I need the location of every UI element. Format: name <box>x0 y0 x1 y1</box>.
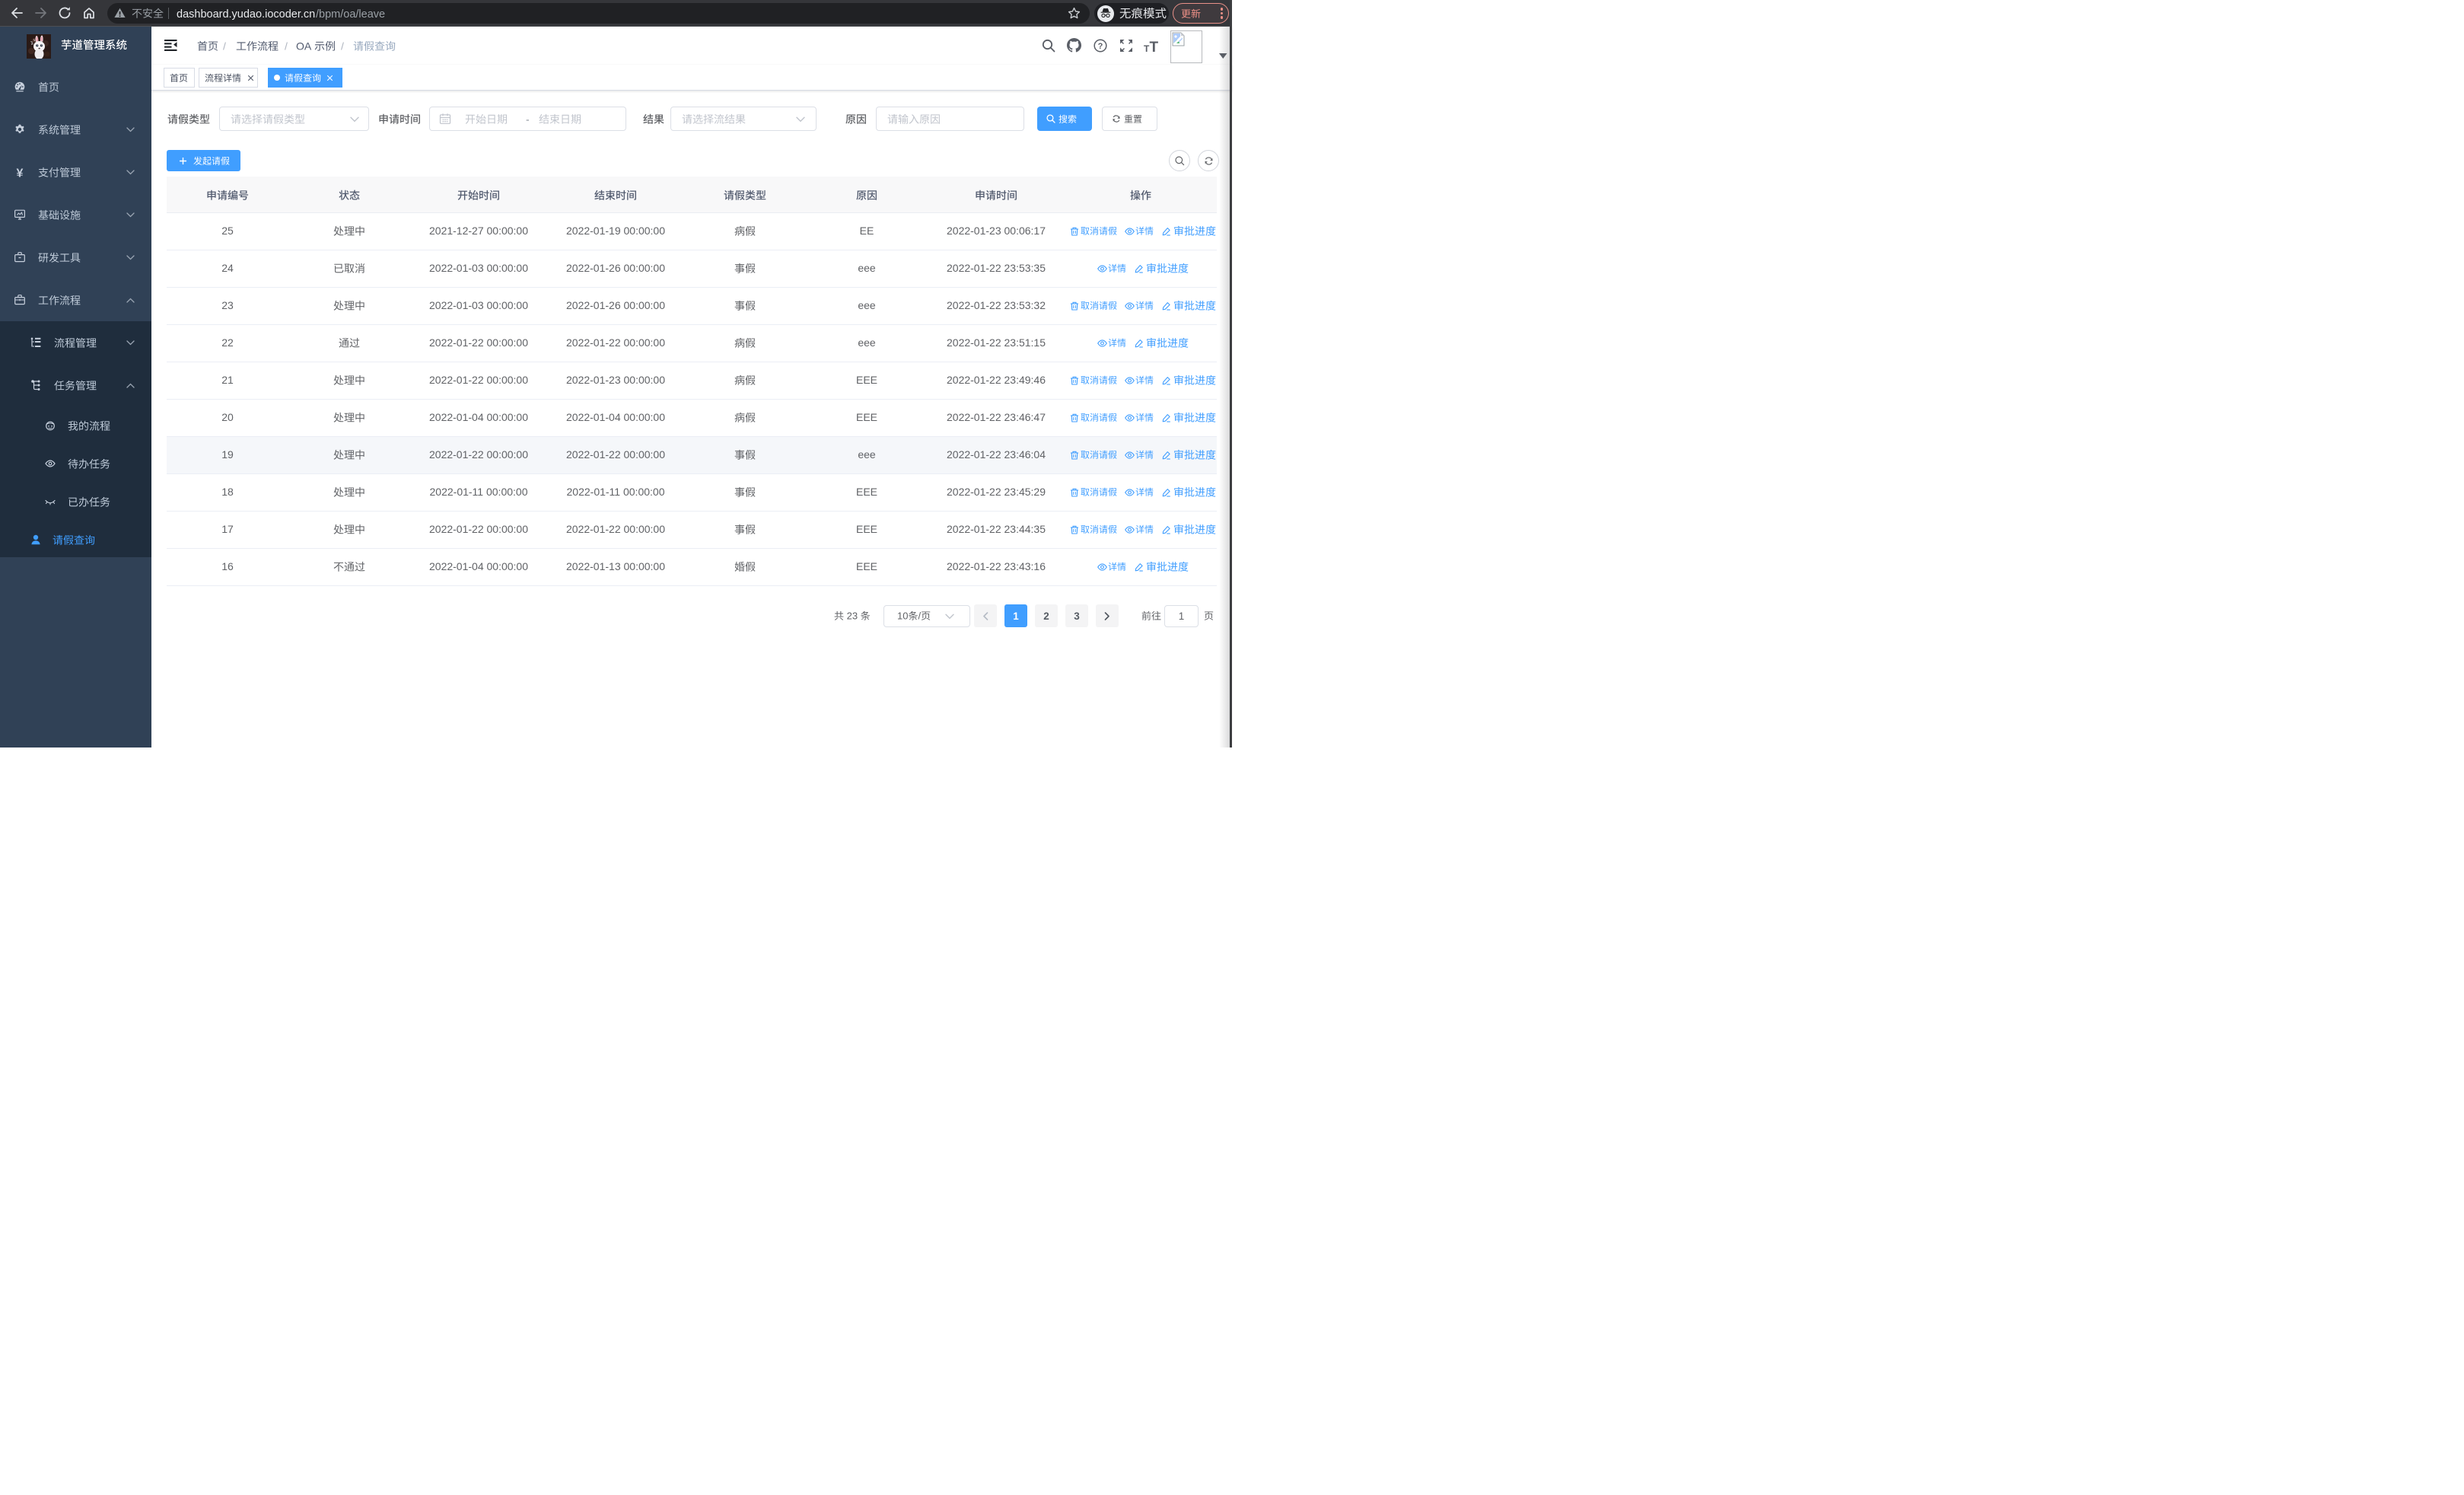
svg-text:-: - <box>526 113 530 125</box>
svg-text:10: 10 <box>897 610 908 622</box>
svg-text:/: / <box>918 610 922 622</box>
svg-text:/: / <box>341 40 344 52</box>
svg-text:?: ? <box>1098 42 1103 51</box>
svg-text:¥: ¥ <box>17 167 24 180</box>
svg-text:/bpm/oa/leave: /bpm/oa/leave <box>316 8 385 21</box>
svg-text:T: T <box>1150 40 1159 53</box>
svg-text:OA: OA <box>296 40 314 52</box>
svg-text:/: / <box>223 40 226 52</box>
svg-text:/: / <box>285 40 288 52</box>
svg-text:dashboard.yudao.iocoder.cn: dashboard.yudao.iocoder.cn <box>177 8 315 21</box>
svg-text:23: 23 <box>844 610 861 622</box>
